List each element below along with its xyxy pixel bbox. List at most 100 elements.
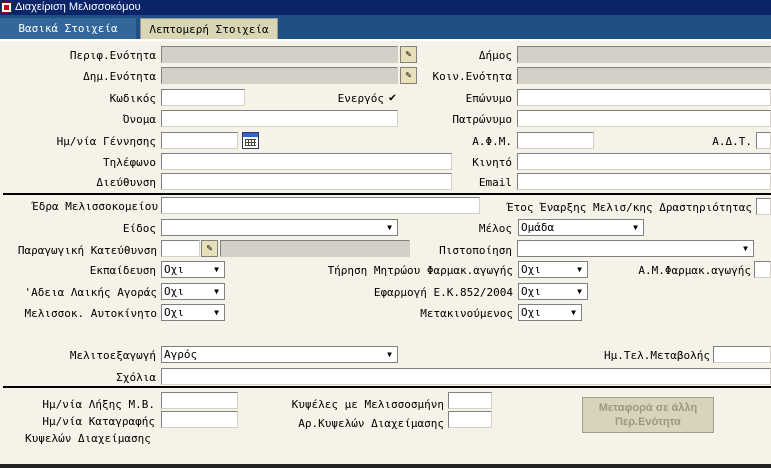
melos-label: Μέλος: [478, 222, 512, 235]
paragogiki-desc-field[interactable]: [220, 240, 410, 257]
dropdown-arrow-icon: ▼: [633, 223, 638, 232]
edra-label: Έδρα Μελισσοκομείου: [32, 200, 158, 213]
melos-select[interactable]: Ομάδα ▼: [518, 219, 644, 236]
efarmogi-select[interactable]: Οχι ▼: [518, 283, 588, 300]
etos-enarxis-label: Έτος Έναρξης Μελισ/κης Δραστηριότητας: [506, 201, 752, 214]
autokinito-value: Οχι: [164, 306, 184, 319]
sxolia-field[interactable]: [161, 368, 771, 385]
patronymo-field[interactable]: [517, 110, 771, 127]
eidos-select[interactable]: ▼: [161, 219, 398, 236]
afm-label: Α.Φ.Μ.: [472, 135, 512, 148]
dieythynsi-field[interactable]: [161, 173, 452, 190]
pistopoiisi-label: Πιστοποίηση: [439, 244, 512, 257]
kypseles-melissosmini-label: Κυψέλες με Μελισσοσμήνη: [291, 398, 444, 411]
paragogiki-code-field[interactable]: [161, 240, 200, 257]
dropdown-arrow-icon: ▼: [571, 308, 576, 317]
tirisi-value: Οχι: [521, 263, 541, 276]
tilefono-label: Τηλέφωνο: [103, 156, 156, 169]
adt-label: Α.Δ.Τ.: [712, 135, 752, 148]
section-divider: [3, 193, 771, 195]
melitoexagogi-value: Αγρός: [164, 348, 198, 361]
edra-field[interactable]: [161, 197, 480, 214]
tirisi-select[interactable]: Οχι ▼: [518, 261, 588, 278]
kinito-field[interactable]: [517, 153, 771, 170]
ekpaidefsi-select[interactable]: Οχι ▼: [161, 261, 225, 278]
tab-detailed-info[interactable]: Λεπτομερή Στοιχεία: [140, 18, 278, 39]
transfer-button[interactable]: Μεταφορά σε άλλη Περ.Ενότητα: [582, 397, 714, 433]
perif-enotita-field[interactable]: [161, 46, 398, 63]
pistopoiisi-select[interactable]: ▼: [517, 240, 754, 257]
afm-field[interactable]: [517, 132, 594, 149]
window-title: Διαχείριση Μελισσοκόμου: [15, 1, 141, 13]
am-farmak-label: Α.Μ.Φαρμακ.αγωγής: [638, 264, 751, 277]
hm-lixis-field[interactable]: [161, 392, 238, 409]
dieythynsi-label: Διεύθυνση: [96, 176, 156, 189]
metakinoumenos-select[interactable]: Οχι ▼: [518, 304, 582, 321]
melitoexagogi-select[interactable]: Αγρός ▼: [161, 346, 398, 363]
dropdown-arrow-icon: ▼: [214, 287, 219, 296]
sxolia-label: Σχόλια: [116, 371, 156, 384]
efarmogi-value: Οχι: [521, 285, 541, 298]
am-farmak-field[interactable]: [754, 261, 771, 278]
eponymo-label: Επώνυμο: [465, 92, 512, 105]
dim-enotita-label: Δημ.Ενότητα: [83, 70, 156, 83]
kinito-label: Κινητό: [472, 156, 512, 169]
email-label: Email: [478, 176, 512, 189]
koin-enotita-field[interactable]: [517, 67, 771, 84]
kodikos-label: Κωδικός: [109, 92, 156, 105]
hm-tel-metavolis-field[interactable]: [713, 346, 771, 363]
adeia-label: 'Αδεια Λαικής Αγοράς: [24, 286, 157, 299]
email-field[interactable]: [517, 173, 771, 190]
autokinito-label: Μελισσοκ. Αυτοκίνητο: [24, 307, 157, 320]
autokinito-select[interactable]: Οχι ▼: [161, 304, 225, 321]
dropdown-arrow-icon: ▼: [214, 308, 219, 317]
dimos-field[interactable]: [517, 46, 771, 63]
ar-kypselon-label: Αρ.Κυψελών Διαχείμασης: [298, 417, 444, 430]
adeia-value: Οχι: [164, 285, 184, 298]
dropdown-arrow-icon: ▼: [387, 223, 392, 232]
eponymo-field[interactable]: [517, 89, 771, 106]
hm-katagrafis-field[interactable]: [161, 411, 238, 428]
adt-field[interactable]: [756, 132, 771, 149]
hm-lixis-label: Ημ/νία Λήξης Μ.Β.: [42, 398, 155, 411]
ar-kypselon-field[interactable]: [448, 411, 492, 428]
hm-gennisis-label: Ημ/νία Γέννησης: [56, 135, 156, 148]
onoma-field[interactable]: [161, 110, 398, 127]
calendar-icon[interactable]: [242, 132, 259, 149]
kodikos-field[interactable]: [161, 89, 245, 106]
kypselon-diax-label: Κυψελών Διαχείμασης: [25, 432, 151, 445]
energos-checkbox[interactable]: ✔: [387, 91, 398, 103]
dimos-label: Δήμος: [478, 49, 512, 62]
dropdown-arrow-icon: ▼: [743, 244, 748, 253]
dim-enotita-field[interactable]: [161, 67, 398, 84]
hm-tel-metavolis-label: Ημ.Τελ.Μεταβολής: [604, 349, 710, 362]
edit-list-icon[interactable]: ✎: [201, 240, 218, 257]
metakinoumenos-label: Μετακινούμενος: [420, 307, 513, 320]
hm-katagrafis-label: Ημ/νία Καταγραφής: [42, 415, 155, 428]
hm-gennisis-field[interactable]: [161, 132, 238, 149]
onoma-label: Όνομα: [122, 113, 156, 126]
energos-label: Ενεργός: [337, 92, 384, 105]
title-bar: Διαχείριση Μελισσοκόμου: [0, 0, 771, 15]
kypseles-melissosmini-field[interactable]: [448, 392, 492, 409]
tab-basic-info[interactable]: Βασικά Στοιχεία: [0, 18, 136, 39]
melos-value: Ομάδα: [521, 221, 555, 234]
patronymo-label: Πατρώνυμο: [452, 113, 512, 126]
perif-enotita-label: Περιφ.Ενότητα: [69, 49, 156, 62]
adeia-select[interactable]: Οχι ▼: [161, 283, 225, 300]
melitoexagogi-label: Μελιτοεξαγωγή: [69, 349, 156, 362]
dropdown-arrow-icon: ▼: [577, 265, 582, 274]
edit-list-icon[interactable]: ✎: [400, 67, 417, 84]
ekpaidefsi-value: Οχι: [164, 263, 184, 276]
tilefono-field[interactable]: [161, 153, 452, 170]
paragogiki-label: Παραγωγική Κατεύθυνση: [17, 244, 157, 257]
taskbar-strip: [0, 464, 771, 468]
dropdown-arrow-icon: ▼: [387, 350, 392, 359]
eidos-label: Είδος: [122, 222, 156, 235]
dropdown-arrow-icon: ▼: [577, 287, 582, 296]
etos-enarxis-field[interactable]: [756, 198, 771, 215]
efarmogi-label: Εφαρμογή Ε.Κ.852/2004: [373, 286, 513, 299]
edit-list-icon[interactable]: ✎: [400, 46, 417, 63]
metakinoumenos-value: Οχι: [521, 306, 541, 319]
section-divider: [3, 386, 771, 388]
